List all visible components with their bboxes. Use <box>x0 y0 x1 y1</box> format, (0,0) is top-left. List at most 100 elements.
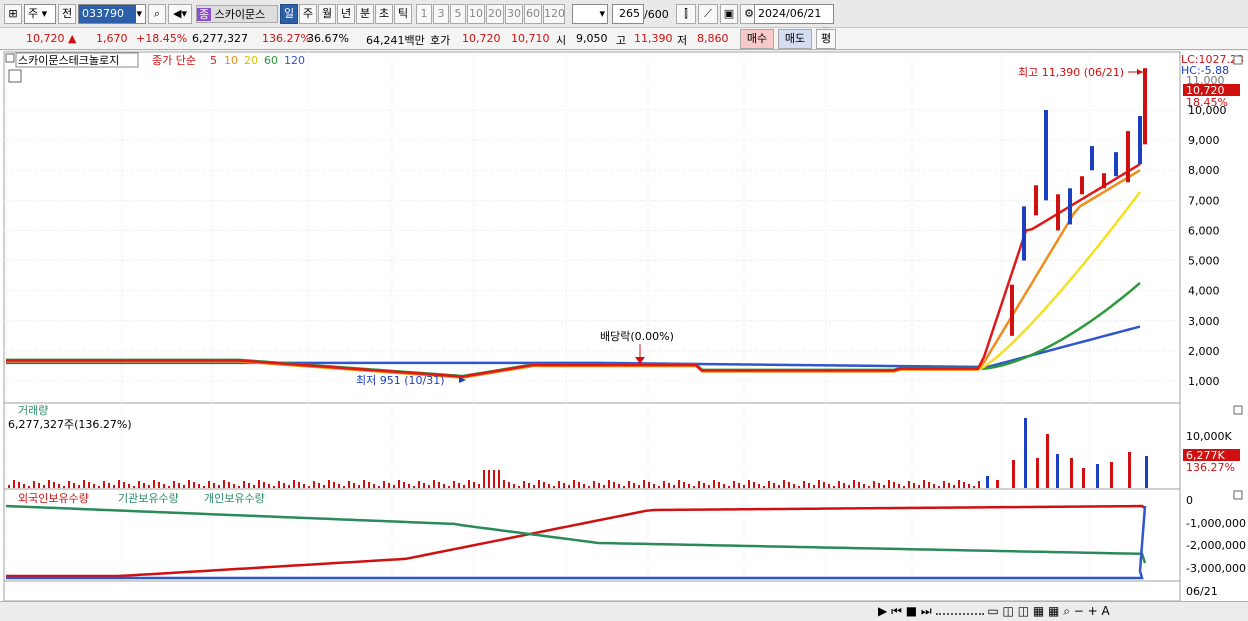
volume-bar <box>693 486 695 488</box>
prev-button[interactable]: 전 <box>58 4 76 24</box>
volume-bar <box>683 482 685 488</box>
volume-bar <box>133 486 135 488</box>
line-chart-icon[interactable]: ⟋ <box>698 4 718 24</box>
search-icon[interactable]: ⌕ <box>1063 604 1070 618</box>
last-rate-label: 18.45% <box>1186 96 1228 109</box>
volume-bar <box>48 480 50 488</box>
volume-bar <box>898 484 900 488</box>
tab-minute-5[interactable]: 5 <box>450 4 466 24</box>
average-button[interactable]: 평 <box>816 29 836 49</box>
speaker-icon[interactable]: ◀▾ <box>168 4 192 24</box>
volume-bar <box>253 485 255 488</box>
tab-period-1[interactable]: 주 <box>299 4 317 24</box>
stock-code-input[interactable]: 033790 ▾ <box>78 4 146 24</box>
tab-minute-10[interactable]: 10 <box>467 4 485 24</box>
volume-bar <box>443 484 445 488</box>
volume-bar <box>138 481 140 488</box>
volume-bar <box>448 486 450 488</box>
zoom-out-icon[interactable]: − <box>1074 604 1084 618</box>
price-change: 1,670 <box>96 32 128 45</box>
view-icon[interactable]: ▭ <box>987 604 998 618</box>
tab-minute-60[interactable]: 60 <box>524 4 542 24</box>
holding-close-icon[interactable] <box>1233 490 1243 500</box>
interval-select[interactable]: ▾ <box>572 4 608 24</box>
volume-bar <box>608 480 610 488</box>
tab-period-5[interactable]: 초 <box>375 4 393 24</box>
tab-minute-20[interactable]: 20 <box>486 4 504 24</box>
volume-bar <box>943 481 945 488</box>
price-close-icon[interactable] <box>1233 55 1243 65</box>
search-icon[interactable]: ⌕ <box>148 4 166 24</box>
layout-icon[interactable]: ▦ <box>1048 604 1059 618</box>
candle <box>1044 110 1048 201</box>
volume-close-icon[interactable] <box>1233 405 1243 415</box>
count-input[interactable]: 265 <box>612 4 644 24</box>
volume-bar <box>218 485 220 488</box>
scroll-controls[interactable]: ▶ ⏮ ■ ⏭ ▭ ◫ ◫ ▦ ▦ ⌕ − + A <box>878 604 1238 619</box>
volume-bar <box>996 480 999 488</box>
candle <box>1143 68 1147 145</box>
volume-bar <box>663 481 665 488</box>
holding-tick-label: -2,000,000 <box>1186 539 1246 552</box>
volume-bar <box>938 486 940 488</box>
volume-bar <box>538 480 540 488</box>
volume-bar <box>953 485 955 488</box>
tab-minute-30[interactable]: 30 <box>505 4 523 24</box>
split-icon[interactable]: ◫ <box>1003 604 1014 618</box>
stop-icon[interactable]: ■ <box>906 604 917 618</box>
grid-toggle-icon[interactable] <box>8 69 22 83</box>
volume-bar <box>503 480 505 488</box>
layout-icon[interactable]: ▦ <box>1033 604 1044 618</box>
volume-bar <box>418 481 420 488</box>
volume-bar <box>388 483 390 488</box>
scroll-track[interactable] <box>935 605 984 615</box>
volume-bar <box>1145 456 1148 488</box>
chevron-down-icon[interactable]: ▾ <box>136 5 145 23</box>
volume-bar <box>508 482 510 488</box>
tab-minute-1[interactable]: 1 <box>416 4 432 24</box>
volume-bar <box>523 481 525 488</box>
volume-bar <box>648 482 650 488</box>
x-axis-end: 06/21 <box>1186 585 1218 598</box>
candle-icon[interactable]: ⫿ <box>676 4 696 24</box>
volume-bar <box>613 482 615 488</box>
tab-period-0[interactable]: 일 <box>280 4 298 24</box>
volume-bar <box>593 481 595 488</box>
fast-forward-icon[interactable]: ⏭ <box>921 604 932 618</box>
ma60-label: 60 <box>264 54 278 67</box>
volume-bar <box>58 484 60 488</box>
chevron-down-icon[interactable]: ▾ <box>599 5 607 23</box>
rewind-icon[interactable]: ⏮ <box>891 604 902 618</box>
volume-bar <box>513 484 515 488</box>
layout-icon[interactable]: ⊞ <box>4 4 22 24</box>
volume-bar <box>1128 452 1131 488</box>
font-size-icon[interactable]: A <box>1102 604 1110 618</box>
split-icon[interactable]: ◫ <box>1018 604 1029 618</box>
turnover-rate: 36.67% <box>307 32 349 45</box>
volume-bar <box>298 482 300 488</box>
volume-bar <box>318 483 320 488</box>
tab-period-6[interactable]: 틱 <box>394 4 412 24</box>
volume-bar <box>203 486 205 488</box>
date-input[interactable]: 2024/06/21▦ <box>754 4 834 38</box>
tab-period-2[interactable]: 월 <box>318 4 336 24</box>
buy-button[interactable]: 매수 <box>740 29 774 49</box>
tab-minute-120[interactable]: 120 <box>543 4 565 24</box>
save-icon[interactable]: ▣ <box>720 4 738 24</box>
volume-bar <box>718 482 720 488</box>
volume-bar <box>198 484 200 488</box>
tab-period-3[interactable]: 년 <box>337 4 355 24</box>
volume-bar <box>288 485 290 488</box>
zoom-in-icon[interactable]: + <box>1088 604 1098 618</box>
sell-button[interactable]: 매도 <box>778 29 812 49</box>
volume-bar <box>363 480 365 488</box>
play-icon[interactable]: ▶ <box>878 604 887 618</box>
candle <box>1114 152 1118 177</box>
market-select[interactable]: 주 ▾ <box>24 4 56 24</box>
stock-name-box[interactable]: 종 스카이문스 <box>196 5 278 23</box>
volume-bar <box>128 484 130 488</box>
candle <box>1090 146 1094 171</box>
tab-minute-3[interactable]: 3 <box>433 4 449 24</box>
volume-bar <box>308 486 310 488</box>
tab-period-4[interactable]: 분 <box>356 4 374 24</box>
